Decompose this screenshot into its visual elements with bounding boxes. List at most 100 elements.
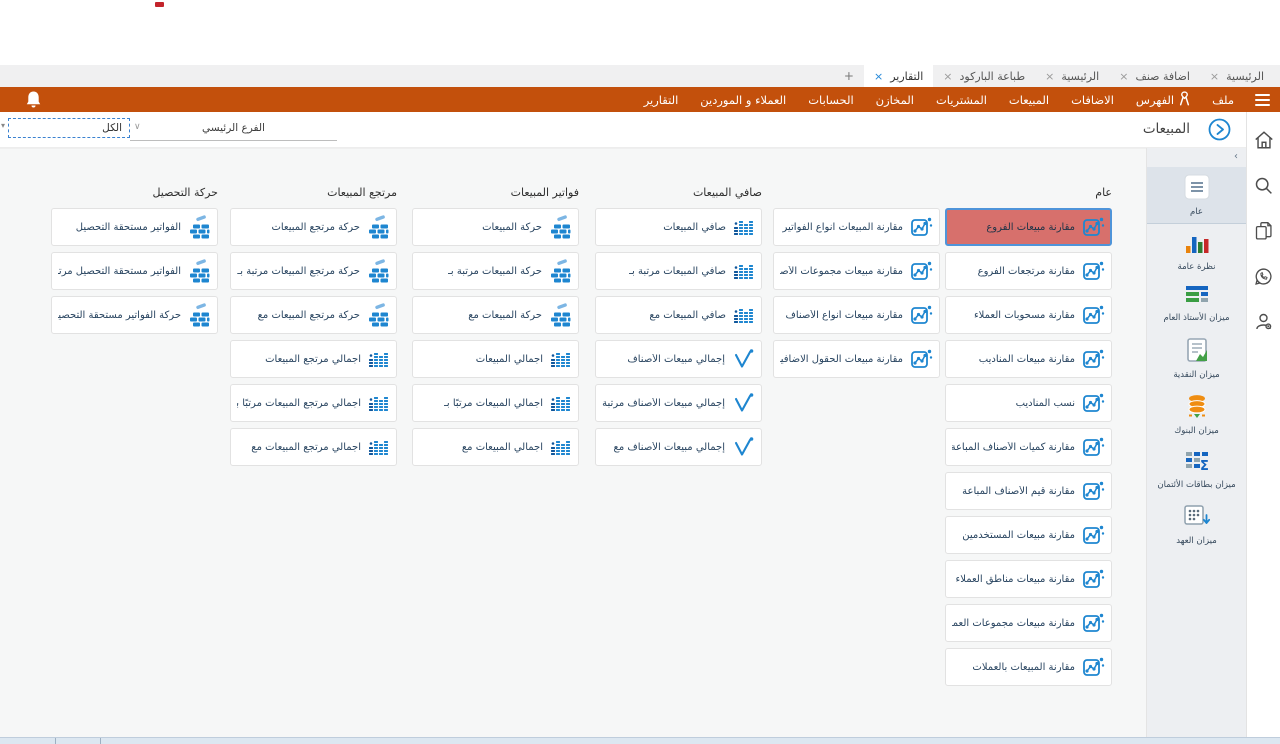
tab-close-icon[interactable]: × xyxy=(1210,71,1219,82)
titlebar xyxy=(0,0,1280,65)
report-button[interactable]: مقارنة مبيعات المستخدمين xyxy=(945,516,1112,554)
sidebar-item-2[interactable]: ميزان الأستاذ العام xyxy=(1147,278,1246,329)
sidebar-item-1[interactable]: نظرة عامة xyxy=(1147,224,1246,278)
report-button[interactable]: مقارنة مرتجعات الفروع xyxy=(945,252,1112,290)
report-button[interactable]: اجمالي المبيعات xyxy=(412,340,579,378)
report-button[interactable]: صافي المبيعات مرتبة بـ xyxy=(595,252,762,290)
report-button[interactable]: إجمالي مبيعات الأصناف xyxy=(595,340,762,378)
tab-2[interactable]: الرئيسية× xyxy=(1035,65,1109,87)
tab-close-icon[interactable]: × xyxy=(1119,71,1128,82)
report-grid: عاممقارنة مبيعات الفروعمقارنة مرتجعات ال… xyxy=(0,148,1146,737)
report-button[interactable]: مقارنة قيم الأصناف المباعة xyxy=(945,472,1112,510)
report-button[interactable]: مقارنة كميات الأصناف المباعة xyxy=(945,428,1112,466)
report-button[interactable]: مقارنة مبيعات مناطق العملاء xyxy=(945,560,1112,598)
tab-close-icon[interactable]: × xyxy=(1045,71,1054,82)
bell-icon[interactable] xyxy=(24,90,43,114)
hamburger-menu-icon[interactable] xyxy=(1255,94,1270,106)
report-button[interactable]: حركة مرتجع المبيعات مع xyxy=(230,296,397,334)
report-button[interactable]: حركة المبيعات مرتبة بـ xyxy=(412,252,579,290)
sidebar-item-4[interactable]: ميزان البنوك xyxy=(1147,386,1246,442)
equalizer-icon xyxy=(367,348,390,370)
menu-item-4[interactable]: المشتريات xyxy=(925,87,998,112)
report-button[interactable]: حركة مرتجع المبيعات xyxy=(230,208,397,246)
report-button-label: اجمالي المبيعات مرتبًا بـ xyxy=(444,398,543,409)
report-button[interactable]: الفواتير مستحقة التحصيل مرتبة بـ xyxy=(51,252,218,290)
home-icon[interactable] xyxy=(1253,129,1275,155)
sidebar-item-3[interactable]: ميزان النقدية xyxy=(1147,330,1246,386)
report-button[interactable]: حركة المبيعات xyxy=(412,208,579,246)
new-tab-button[interactable]: + xyxy=(834,65,864,87)
report-button[interactable]: مقارنة مبيعات الفروع xyxy=(945,208,1112,246)
cash-icon xyxy=(1185,337,1209,367)
equalizer-icon xyxy=(549,348,572,370)
report-button-label: مقارنة مبيعات أنواع الأصناف xyxy=(785,310,903,321)
report-button[interactable]: مقارنة مبيعات مجموعات الأصناف xyxy=(773,252,940,290)
tab-3[interactable]: طباعة الباركود× xyxy=(933,65,1035,87)
report-button[interactable]: مقارنة مبيعات الحقول الاضافية xyxy=(773,340,940,378)
bricks-icon xyxy=(548,259,572,284)
report-button[interactable]: مقارنة المبيعات انواع الفواتير xyxy=(773,208,940,246)
report-button-label: إجمالي مبيعات الأصناف مع xyxy=(614,442,725,453)
tab-strip: الرئيسية×اضافة صنف×الرئيسية×طباعة البارك… xyxy=(834,65,1274,87)
report-button[interactable]: اجمالي مرتجع المبيعات مع xyxy=(230,428,397,466)
menu-item-7[interactable]: العملاء و الموردين xyxy=(689,87,797,112)
report-button[interactable]: مقارنة مبيعات أنواع الأصناف xyxy=(773,296,940,334)
menu-item-6[interactable]: الحسابات xyxy=(797,87,864,112)
branch-combobox[interactable]: الفرع الرئيسي xyxy=(130,116,337,141)
report-button[interactable]: صافي المبيعات xyxy=(595,208,762,246)
report-button[interactable]: مقارنة مبيعات مجموعات العملاء xyxy=(945,604,1112,642)
sidebar-item-0[interactable]: عام xyxy=(1147,167,1246,224)
column-header xyxy=(773,186,940,200)
sidebar-expander-icon[interactable]: › xyxy=(1234,151,1238,162)
bottom-statusbar xyxy=(0,737,1280,744)
report-button[interactable]: اجمالي المبيعات مع xyxy=(412,428,579,466)
tab-1[interactable]: اضافة صنف× xyxy=(1109,65,1200,87)
report-button[interactable]: اجمالي مرتجع المبيعات مرتبًا بـ xyxy=(230,384,397,422)
compare-icon xyxy=(1081,523,1105,547)
check-icon xyxy=(731,392,755,414)
reports-icon[interactable] xyxy=(1253,220,1274,246)
report-button-label: مقارنة مبيعات الفروع xyxy=(986,222,1075,233)
svg-text:Σ: Σ xyxy=(1200,459,1209,473)
report-button-label: مقارنة مسحوبات العملاء xyxy=(974,310,1075,321)
report-button-label: مقارنة المبيعات بالعملات xyxy=(972,662,1075,673)
tab-close-icon[interactable]: × xyxy=(874,71,883,82)
report-button[interactable]: الفواتير مستحقة التحصيل xyxy=(51,208,218,246)
report-button[interactable]: حركة الفواتير مستحقة التحصيل مع xyxy=(51,296,218,334)
menu-item-label: الحسابات xyxy=(808,93,853,107)
menu-item-3[interactable]: المبيعات xyxy=(998,87,1060,112)
forward-circle-icon[interactable] xyxy=(1208,118,1231,141)
sidebar-item-label: نظرة عامة xyxy=(1178,262,1216,272)
report-button-label: مقارنة مرتجعات الفروع xyxy=(978,266,1075,277)
tab-close-icon[interactable]: × xyxy=(943,71,952,82)
bricks-icon xyxy=(187,259,211,284)
menu-item-5[interactable]: المخازن xyxy=(865,87,925,112)
report-button[interactable]: اجمالي مرتجع المبيعات xyxy=(230,340,397,378)
report-button[interactable]: مقارنة المبيعات بالعملات xyxy=(945,648,1112,686)
tab-0[interactable]: الرئيسية× xyxy=(1200,65,1274,87)
report-button[interactable]: مقارنة مبيعات المناديب xyxy=(945,340,1112,378)
compare-icon xyxy=(1081,655,1105,679)
report-button[interactable]: حركة مرتجع المبيعات مرتبة بـ xyxy=(230,252,397,290)
menu-item-0[interactable]: ملف xyxy=(1201,87,1245,112)
report-button[interactable]: إجمالي مبيعات الأصناف مرتبة بـ xyxy=(595,384,762,422)
compare-icon xyxy=(1081,347,1105,371)
report-button[interactable]: اجمالي المبيعات مرتبًا بـ xyxy=(412,384,579,422)
sidebar-item-6[interactable]: ميزان العهد xyxy=(1147,496,1246,552)
report-button[interactable]: نسب المناديب xyxy=(945,384,1112,422)
menu-item-8[interactable]: التقارير xyxy=(633,87,690,112)
report-button[interactable]: صافي المبيعات مع xyxy=(595,296,762,334)
compare-icon xyxy=(909,347,933,371)
menu-item-1[interactable]: الفهرس xyxy=(1125,87,1201,112)
report-button[interactable]: مقارنة مسحوبات العملاء xyxy=(945,296,1112,334)
report-button[interactable]: إجمالي مبيعات الأصناف مع xyxy=(595,428,762,466)
mini-dropdown-icon[interactable]: ▾ xyxy=(1,121,5,130)
search-icon[interactable] xyxy=(1253,175,1274,200)
sidebar-item-5[interactable]: Σميزان بطاقات الأئتمان xyxy=(1147,442,1246,496)
whatsapp-icon[interactable] xyxy=(1253,266,1274,291)
scope-combobox[interactable]: الكل xyxy=(8,118,130,138)
tab-4[interactable]: التقارير× xyxy=(864,65,933,87)
support-icon[interactable] xyxy=(1253,311,1274,336)
report-button[interactable]: حركة المبيعات مع xyxy=(412,296,579,334)
menu-item-2[interactable]: الاضافات xyxy=(1060,87,1125,112)
